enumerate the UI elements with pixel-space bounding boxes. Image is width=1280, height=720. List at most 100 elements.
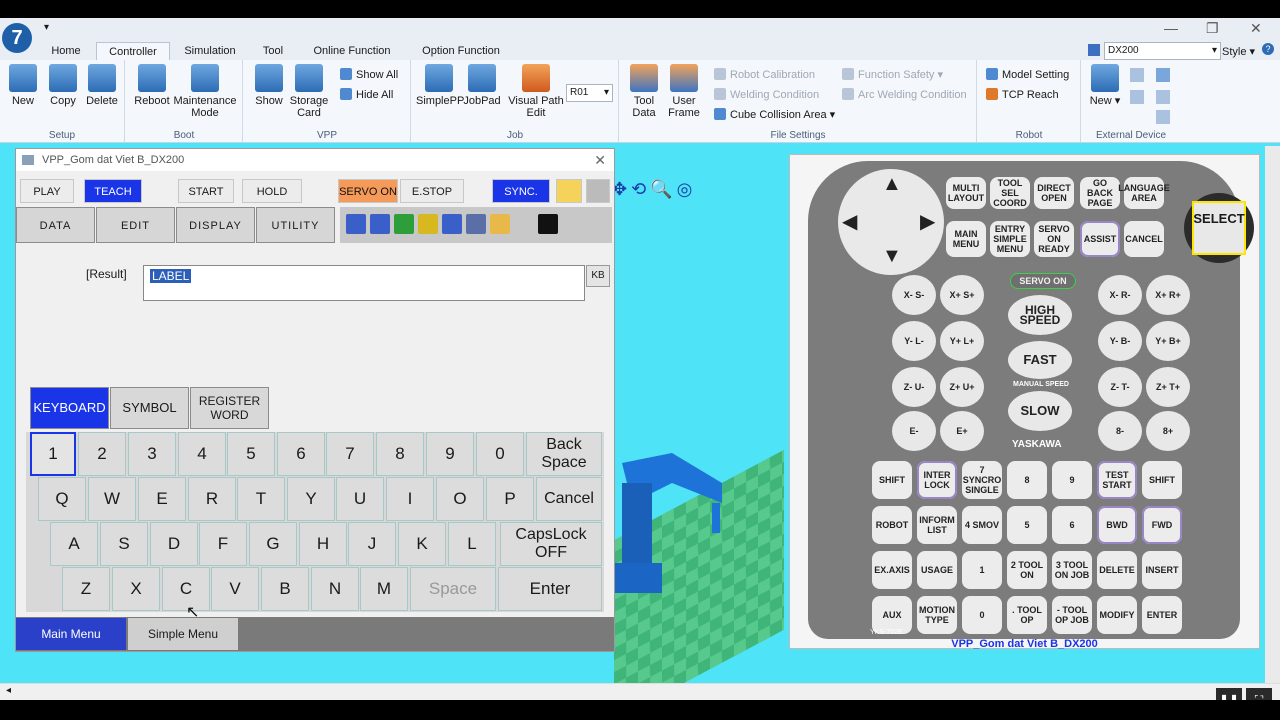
maximize-icon[interactable]: ❐ [1206, 20, 1219, 37]
hold-button[interactable]: HOLD [242, 179, 302, 203]
key-3[interactable]: 3 [128, 432, 176, 476]
tool-data-button[interactable]: Tool Data [624, 64, 664, 119]
key-h[interactable]: H [299, 522, 347, 566]
tcp-reach-button[interactable]: TCP Reach [986, 88, 1059, 101]
vp-axis-key[interactable]: E- [892, 411, 936, 451]
vp-grid-key[interactable]: MODIFY [1097, 596, 1137, 634]
key-f[interactable]: F [199, 522, 247, 566]
space-key[interactable]: Space [410, 567, 496, 611]
vp-axis-key[interactable]: X- S- [892, 275, 936, 315]
vp-grid-key[interactable]: 3 TOOL ON JOB [1052, 551, 1092, 589]
key-4[interactable]: 4 [178, 432, 226, 476]
key-r[interactable]: R [188, 477, 236, 521]
style-menu[interactable]: Style ▾ [1222, 45, 1255, 58]
welding-condition-button[interactable]: Welding Condition [714, 88, 819, 101]
vp-axis-key[interactable]: Y- L- [892, 321, 936, 361]
vp-grid-key[interactable]: 6 [1052, 506, 1092, 544]
key-1[interactable]: 1 [30, 432, 76, 476]
enter-key[interactable]: Enter [498, 567, 602, 611]
vp-grid-key[interactable]: EX.AXIS [872, 551, 912, 589]
key-k[interactable]: K [398, 522, 446, 566]
robot-calibration-button[interactable]: Robot Calibration [714, 68, 815, 81]
key-v[interactable]: V [211, 567, 259, 611]
key-b[interactable]: B [261, 567, 309, 611]
key-2[interactable]: 2 [78, 432, 126, 476]
key-q[interactable]: Q [38, 477, 86, 521]
vp-grid-key[interactable]: DELETE [1097, 551, 1137, 589]
folder-icon[interactable] [556, 179, 582, 203]
high-speed-key[interactable]: HIGH SPEED [1008, 295, 1072, 335]
vp-grid-key[interactable]: . TOOL OP [1007, 596, 1047, 634]
vp-key[interactable]: MULTI LAYOUT [946, 177, 986, 209]
key-z[interactable]: Z [62, 567, 110, 611]
menu-edit[interactable]: EDIT [96, 207, 175, 243]
show-all-button[interactable]: Show All [340, 68, 398, 81]
vp-grid-key[interactable]: 1 [962, 551, 1002, 589]
show-button[interactable]: Show [250, 64, 288, 107]
vp-grid-key[interactable]: TEST START [1097, 461, 1137, 499]
vp-grid-key[interactable]: ENTER [1142, 596, 1182, 634]
tab-tool[interactable]: Tool [252, 42, 294, 60]
quick-access-dropdown-icon[interactable]: ▾ [44, 22, 49, 33]
new-button[interactable]: New [6, 64, 40, 107]
vp-axis-key[interactable]: 8+ [1146, 411, 1190, 451]
menu-utility[interactable]: UTILITY [256, 207, 335, 243]
teach-mode-button[interactable]: TEACH [84, 179, 142, 203]
slow-key[interactable]: SLOW [1008, 391, 1072, 431]
vp-grid-key[interactable]: INSERT [1142, 551, 1182, 589]
vp-axis-key[interactable]: E+ [940, 411, 984, 451]
robot-select[interactable]: R01 ▾ [566, 84, 613, 102]
menu-display[interactable]: DISPLAY [176, 207, 255, 243]
select-key[interactable]: SELECT [1192, 201, 1246, 255]
sync-button[interactable]: SYNC. [492, 179, 550, 203]
vp-key[interactable]: TOOL SEL COORD [990, 177, 1030, 209]
vp-grid-key[interactable]: - TOOL OP JOB [1052, 596, 1092, 634]
vp-grid-key[interactable]: INTER LOCK [917, 461, 957, 499]
storage-card-button[interactable]: Storage Card [288, 64, 330, 119]
vp-key[interactable]: LANGUAGE AREA [1118, 177, 1170, 209]
key-8[interactable]: 8 [376, 432, 424, 476]
key-6[interactable]: 6 [277, 432, 325, 476]
vp-grid-key[interactable]: 5 [1007, 506, 1047, 544]
tab-online-function[interactable]: Online Function [304, 42, 400, 60]
key-i[interactable]: I [386, 477, 434, 521]
delete-button[interactable]: Delete [84, 64, 120, 107]
vertical-scrollbar[interactable] [1265, 146, 1280, 683]
vp-key[interactable]: SERVO ON READY [1034, 221, 1074, 257]
function-safety-button[interactable]: Function Safety ▾ [842, 68, 943, 81]
vp-axis-key[interactable]: X+ S+ [940, 275, 984, 315]
key-d[interactable]: D [150, 522, 198, 566]
vp-grid-key[interactable]: 2 TOOL ON [1007, 551, 1047, 589]
vp-axis-key[interactable]: Y+ B+ [1146, 321, 1190, 361]
symbol-mode-button[interactable]: SYMBOL [110, 387, 189, 429]
vp-axis-key[interactable]: Z- U- [892, 367, 936, 407]
key-5[interactable]: 5 [227, 432, 275, 476]
jobpad-button[interactable]: JobPad [462, 64, 502, 107]
main-menu-button[interactable]: Main Menu [16, 618, 126, 650]
vp-key[interactable]: CANCEL [1124, 221, 1164, 257]
cancel-key[interactable]: Cancel [536, 477, 602, 521]
close-icon[interactable]: ✕ [594, 149, 606, 171]
vp-grid-key[interactable]: 7 SYNCRO SINGLE [962, 461, 1002, 499]
simplepp-button[interactable]: SimplePP [416, 64, 464, 107]
fullscreen-icon[interactable]: ⛶ [1246, 688, 1272, 700]
help-icon[interactable]: ? [1262, 43, 1274, 55]
key-n[interactable]: N [311, 567, 359, 611]
vp-grid-key[interactable]: MOTION TYPE [917, 596, 957, 634]
vp-axis-key[interactable]: Z+ T+ [1146, 367, 1190, 407]
copy-button[interactable]: Copy [46, 64, 80, 107]
user-frame-button[interactable]: User Frame [664, 64, 704, 119]
keyboard-icon[interactable] [586, 179, 610, 203]
reboot-button[interactable]: Reboot [132, 64, 172, 107]
external-add-icon[interactable] [1130, 68, 1144, 82]
fast-key[interactable]: FAST [1008, 341, 1072, 379]
vp-grid-key[interactable]: 9 [1052, 461, 1092, 499]
external-new-button[interactable]: New ▾ [1088, 64, 1122, 107]
vp-grid-key[interactable]: 8 [1007, 461, 1047, 499]
visual-path-edit-button[interactable]: Visual Path Edit [508, 64, 564, 119]
vp-grid-key[interactable]: FWD [1142, 506, 1182, 544]
estop-button[interactable]: E.STOP [400, 179, 464, 203]
start-button[interactable]: START [178, 179, 234, 203]
menu-data[interactable]: DATA [16, 207, 95, 243]
hide-all-button[interactable]: Hide All [340, 88, 393, 101]
